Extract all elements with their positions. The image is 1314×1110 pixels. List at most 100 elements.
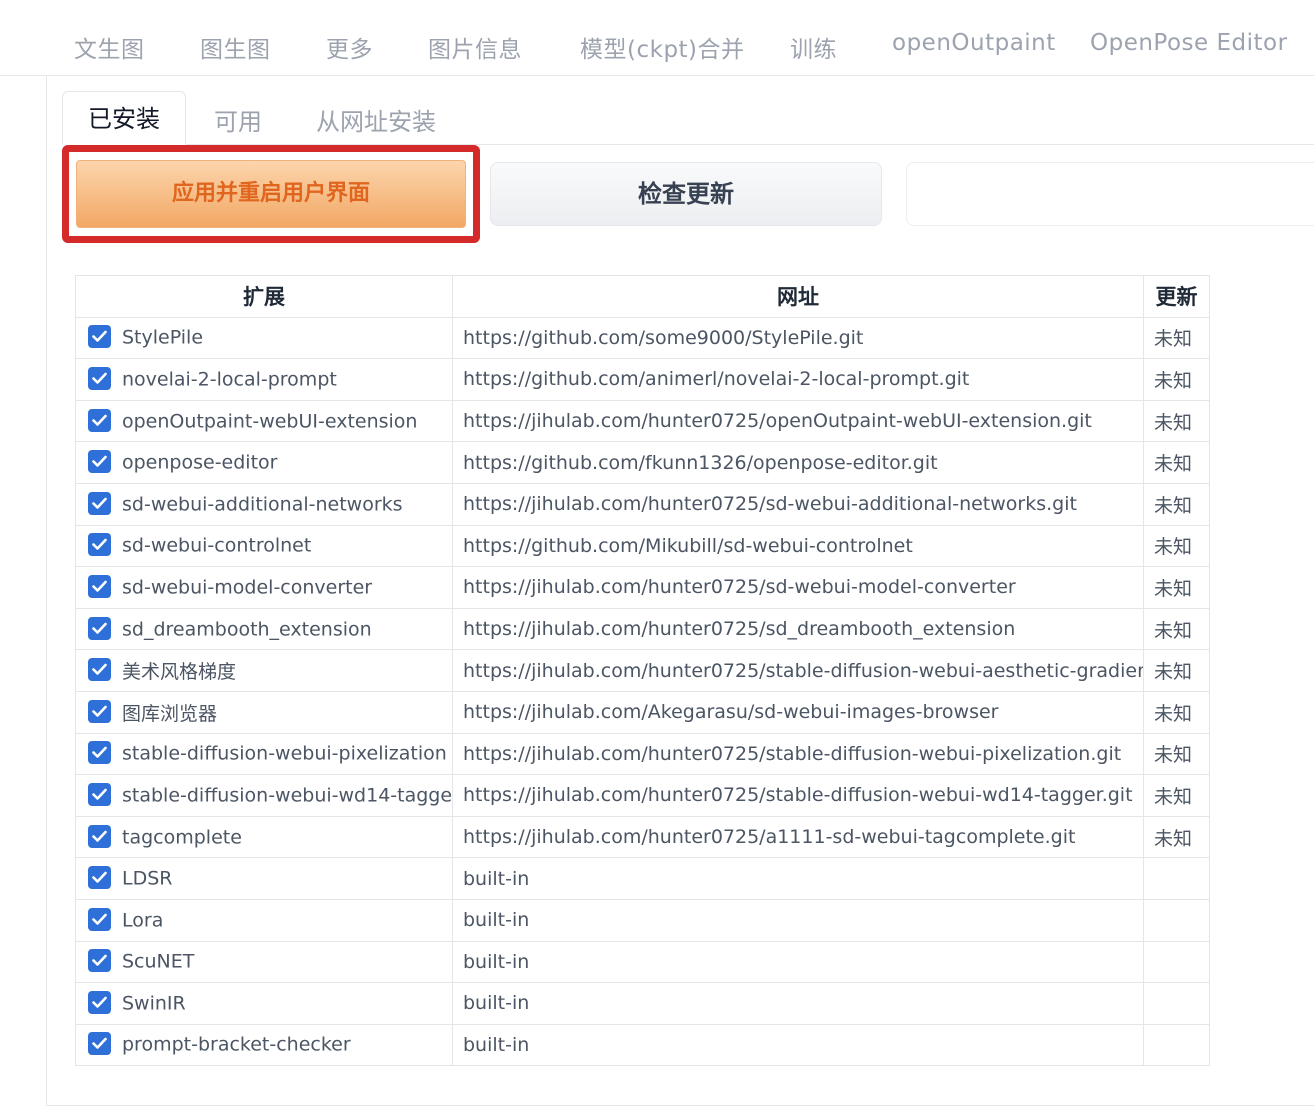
extension-update-status: 未知 <box>1143 358 1210 401</box>
extension-enabled-checkbox[interactable] <box>88 782 111 806</box>
tab-txt2img[interactable]: 文生图 <box>74 30 145 64</box>
extension-update-status: 未知 <box>1143 607 1210 651</box>
check-icon <box>92 871 107 883</box>
table-row: StylePile https://github.com/some9000/Sty… <box>75 316 1210 360</box>
table-row: Lora built-in <box>75 898 1210 942</box>
header-update: 更新 <box>1143 275 1210 318</box>
extension-cell: 美术风格梯度 <box>75 649 453 692</box>
extension-enabled-checkbox[interactable] <box>88 1032 111 1056</box>
check-icon <box>92 705 107 717</box>
check-icon <box>92 1038 107 1050</box>
extension-enabled-checkbox[interactable] <box>88 824 111 848</box>
tab-install-from-url[interactable]: 从网址安装 <box>316 102 436 137</box>
check-icon <box>92 622 107 634</box>
check-icon <box>92 497 107 509</box>
header-url: 网址 <box>452 275 1144 318</box>
extension-cell: 图库浏览器 <box>75 690 453 734</box>
extension-url: https://jihulab.com/hunter0725/sd-webui-… <box>452 482 1144 526</box>
header-extension: 扩展 <box>75 275 453 318</box>
table-row: openpose-editor https://github.com/fkunn1… <box>75 441 1210 484</box>
extension-cell: StylePile <box>75 316 453 360</box>
extension-cell: sd-webui-controlnet <box>75 524 453 568</box>
extension-cell: novelai-2-local-prompt <box>75 358 453 401</box>
extension-cell: prompt-bracket-checker <box>75 1023 453 1067</box>
tab-checkpoint-merger[interactable]: 模型(ckpt)合并 <box>580 30 745 64</box>
table-row: 美术风格梯度 https://jihulab.com/hunter0725/sta… <box>75 649 1210 692</box>
extension-url: https://github.com/Mikubill/sd-webui-con… <box>452 524 1144 568</box>
extension-enabled-checkbox[interactable] <box>88 408 111 432</box>
extension-url: https://jihulab.com/hunter0725/stable-di… <box>452 774 1144 817</box>
extension-name: stable-diffusion-webui-wd14-tagger <box>122 784 453 807</box>
extension-enabled-checkbox[interactable] <box>88 325 111 349</box>
extension-enabled-checkbox[interactable] <box>88 366 111 390</box>
table-header-row: 扩展 网址 更新 <box>75 275 1210 318</box>
extension-update-status: 未知 <box>1143 690 1210 734</box>
extension-enabled-checkbox[interactable] <box>88 658 111 682</box>
extension-name: stable-diffusion-webui-pixelization <box>122 742 447 765</box>
extension-cell: Lora <box>75 898 453 942</box>
extensions-table: 扩展 网址 更新 StylePile https://github.com/som… <box>75 275 1210 1067</box>
table-row: SwinIR built-in <box>75 982 1210 1025</box>
table-row: LDSR built-in <box>75 857 1210 900</box>
tab-image-info[interactable]: 图片信息 <box>428 30 522 64</box>
check-icon <box>92 455 107 467</box>
extension-cell: SwinIR <box>75 982 453 1025</box>
apply-and-restart-button[interactable]: 应用并重启用户界面 <box>76 160 466 228</box>
check-icon <box>92 747 107 759</box>
tab-more[interactable]: 更多 <box>326 30 373 64</box>
extension-enabled-checkbox[interactable] <box>88 907 111 931</box>
extension-name: sd-webui-additional-networks <box>122 493 403 516</box>
extension-enabled-checkbox[interactable] <box>88 450 111 474</box>
tab-img2img[interactable]: 图生图 <box>200 30 271 64</box>
table-row: sd-webui-model-converter https://jihulab.… <box>75 566 1210 609</box>
extension-url: built-in <box>452 857 1144 900</box>
extension-enabled-checkbox[interactable] <box>88 990 111 1014</box>
extension-enabled-checkbox[interactable] <box>88 741 111 765</box>
extension-url: built-in <box>452 940 1144 984</box>
extension-name: prompt-bracket-checker <box>122 1033 351 1056</box>
extension-update-status <box>1143 898 1210 942</box>
extension-enabled-checkbox[interactable] <box>88 533 111 557</box>
extension-cell: openpose-editor <box>75 441 453 484</box>
extension-enabled-checkbox[interactable] <box>88 574 111 598</box>
extension-update-status: 未知 <box>1143 732 1210 776</box>
table-row: sd-webui-controlnet https://github.com/Mi… <box>75 524 1210 568</box>
table-row: stable-diffusion-webui-wd14-tagger https:… <box>75 774 1210 817</box>
tab-openpose-editor[interactable]: OpenPose Editor <box>1090 30 1288 56</box>
check-icon <box>92 913 107 925</box>
extension-update-status: 未知 <box>1143 482 1210 526</box>
table-row: sd_dreambooth_extension https://jihulab.c… <box>75 607 1210 651</box>
extension-name: sd-webui-model-converter <box>122 576 373 599</box>
extension-cell: openOutpaint-webUI-extension <box>75 399 453 443</box>
check-for-updates-button[interactable]: 检查更新 <box>490 162 882 226</box>
extension-name: tagcomplete <box>122 826 242 849</box>
extension-name: novelai-2-local-prompt <box>122 368 337 391</box>
extension-enabled-checkbox[interactable] <box>88 699 111 723</box>
extension-url: https://github.com/animerl/novelai-2-loc… <box>452 358 1144 401</box>
extension-cell: sd-webui-model-converter <box>75 566 453 609</box>
check-icon <box>92 996 107 1008</box>
tab-installed[interactable]: 已安装 <box>62 91 186 145</box>
extension-url: https://github.com/fkunn1326/openpose-ed… <box>452 441 1144 484</box>
extension-url: https://jihulab.com/hunter0725/openOutpa… <box>452 399 1144 443</box>
extension-name: StylePile <box>122 326 204 349</box>
extension-name: openOutpaint-webUI-extension <box>122 410 418 433</box>
table-row: tagcomplete https://jihulab.com/hunter072… <box>75 815 1210 859</box>
tab-available[interactable]: 可用 <box>214 102 262 137</box>
extension-enabled-checkbox[interactable] <box>88 491 111 515</box>
check-icon <box>92 830 107 842</box>
tab-train[interactable]: 训练 <box>790 30 837 64</box>
tab-openoutpaint[interactable]: openOutpaint <box>892 30 1056 56</box>
check-icon <box>92 331 107 343</box>
check-icon <box>92 539 107 551</box>
extension-url: built-in <box>452 1023 1144 1067</box>
main-tab-bar: 文生图 图生图 更多 图片信息 模型(ckpt)合并 训练 openOutpai… <box>0 0 1314 76</box>
extension-name: sd-webui-controlnet <box>122 534 312 557</box>
extension-name: 美术风格梯度 <box>122 661 237 684</box>
extension-name: Lora <box>122 909 164 932</box>
extension-cell: stable-diffusion-webui-wd14-tagger <box>75 774 453 817</box>
extension-enabled-checkbox[interactable] <box>88 866 111 890</box>
extension-enabled-checkbox[interactable] <box>88 616 111 640</box>
extension-enabled-checkbox[interactable] <box>88 949 111 973</box>
extension-url: built-in <box>452 898 1144 942</box>
